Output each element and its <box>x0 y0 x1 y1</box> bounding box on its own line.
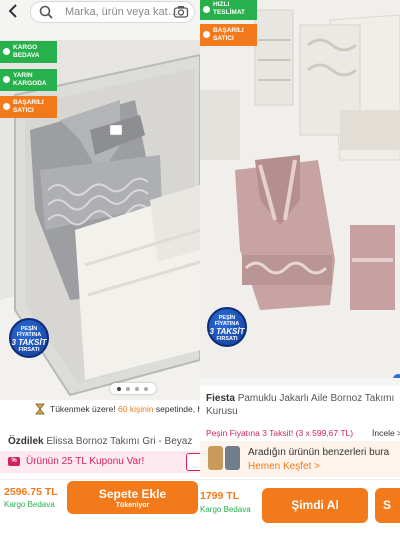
product-title: Özdilek Elissa Bornoz Takımı Gri - Beyaz <box>8 436 193 447</box>
divider <box>200 378 400 386</box>
badge-kargo-bedava: KARGO BEDAVA <box>0 41 57 63</box>
price: 1799 TL <box>200 490 240 502</box>
similar-product-thumb <box>208 446 223 470</box>
award-icon <box>3 103 10 110</box>
search-input[interactable]: Marka, ürün veya kat… <box>65 6 179 18</box>
carousel-indicator <box>110 383 156 394</box>
left-product-panel: Marka, ürün veya kat… KARGO BEDAVA YARIN… <box>0 0 200 533</box>
carousel-dot[interactable] <box>126 387 130 391</box>
similar-product-thumb <box>225 446 240 470</box>
search-icon <box>39 5 53 19</box>
clock-icon <box>3 76 10 83</box>
stock-status: Tükeniyor <box>115 502 150 509</box>
carousel-dot[interactable] <box>117 387 121 391</box>
installment-link[interactable]: İncele > <box>370 428 400 438</box>
badge-basarili-satici: BAŞARILI SATICI <box>0 96 57 118</box>
camera-icon[interactable] <box>173 5 189 19</box>
bolt-icon <box>203 6 210 13</box>
shipping-label: Kargo Bedava <box>4 500 55 509</box>
buy-now-button[interactable]: Şimdi Al <box>262 488 368 523</box>
award-icon <box>203 31 210 38</box>
search-bar[interactable]: Marka, ürün veya kat… <box>30 1 195 23</box>
truck-icon <box>3 48 10 55</box>
price: 2596.75 TL <box>4 486 58 498</box>
carousel-dot[interactable] <box>135 387 139 391</box>
discover-link[interactable]: Hemen Keşfet > <box>248 461 320 472</box>
coupon-collect-button[interactable] <box>186 453 200 471</box>
coupon-banner[interactable]: % Ürünün 25 TL Kuponu Var! <box>0 451 200 473</box>
stock-notice: Tükenmek üzere! 60 kişinin sepetinde, he <box>50 404 200 414</box>
badge-basarili-satici: BAŞARILI SATICI <box>200 24 257 46</box>
shipping-label: Kargo Bedava <box>200 505 251 514</box>
similar-products-banner[interactable]: Aradığın ürünün benzerleri bura Hemen Ke… <box>200 441 400 477</box>
carousel-dot[interactable] <box>144 387 148 391</box>
product-title-line2: Kurusu <box>206 406 238 417</box>
right-product-panel: HIZLI TESLİMAT BAŞARILI SATICI PEŞİN FİY… <box>200 0 400 533</box>
product-title: Fiesta Pamuklu Jakarlı Aile Bornoz Takım… <box>206 393 395 404</box>
installment-info: Peşin Fiyatına 3 Taksit! (3 x 599,67 TL) <box>206 428 354 438</box>
hourglass-icon <box>35 403 45 415</box>
coupon-icon: % <box>8 457 20 466</box>
badge-hizli-teslimat: HIZLI TESLİMAT <box>200 0 257 20</box>
badge-yarin-kargoda: YARIN KARGODA <box>0 69 57 91</box>
back-arrow-icon[interactable] <box>5 3 21 19</box>
add-to-cart-button[interactable]: S <box>375 488 400 523</box>
add-to-cart-button[interactable]: Sepete Ekle Tükeniyor <box>67 481 198 514</box>
installment-promo-badge: PEŞİN FİYATINA 3 TAKSİT FIRSATI <box>207 307 247 347</box>
installment-promo-badge: PEŞİN FİYATINA 3 TAKSİT FIRSATI <box>9 318 49 358</box>
